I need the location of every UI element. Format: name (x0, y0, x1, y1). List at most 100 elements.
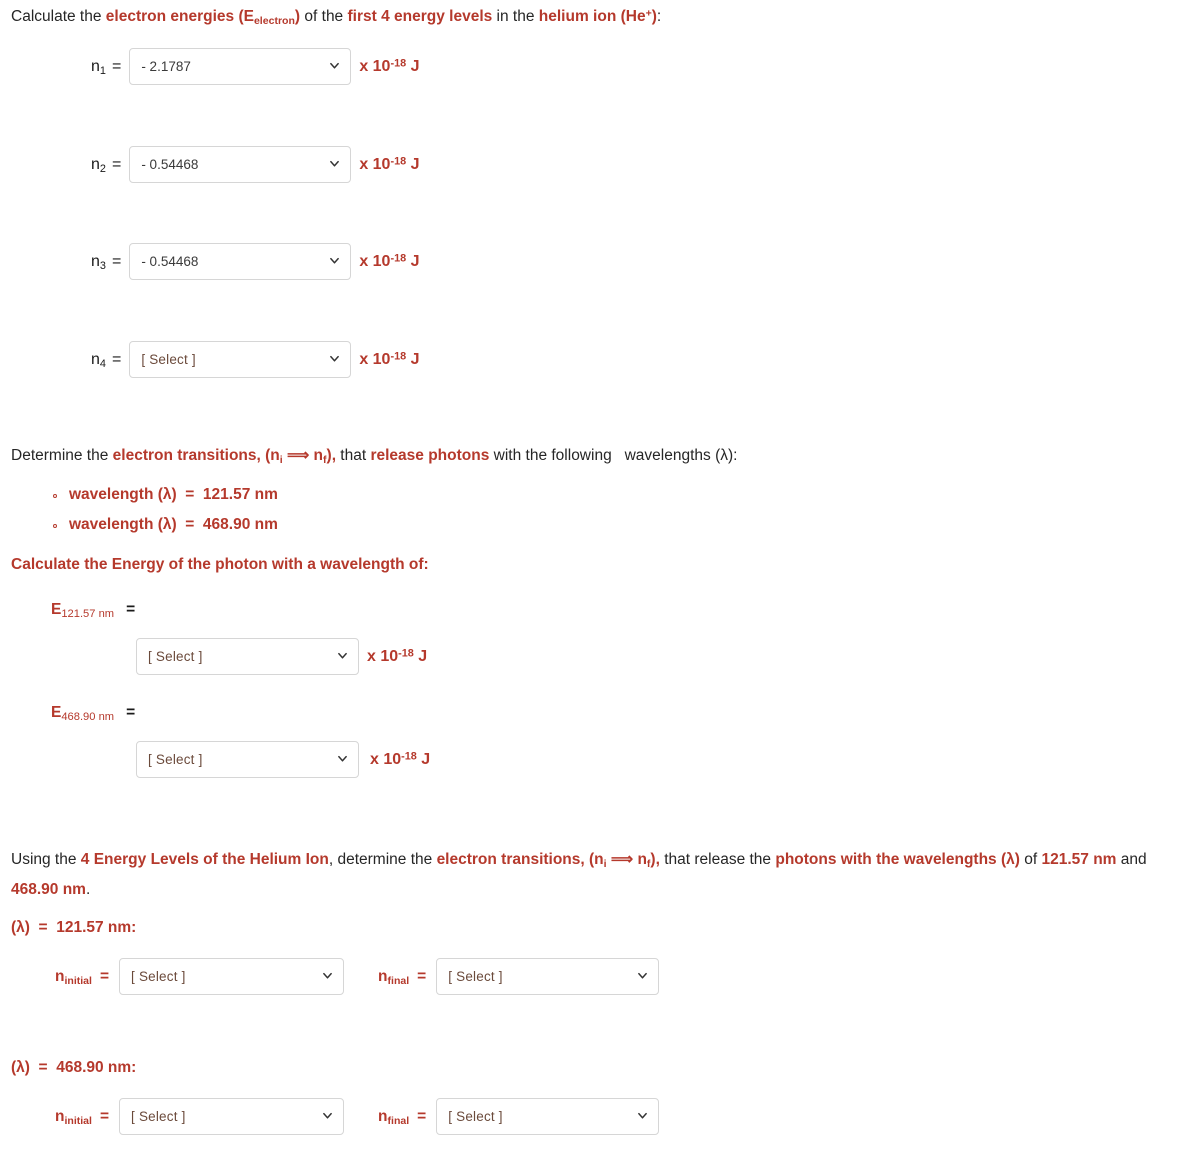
n4-select[interactable]: [ Select ] (129, 341, 352, 378)
list-item: wavelength (λ) = 468.90 nm (49, 510, 278, 540)
n4-equals: = (111, 350, 122, 368)
n2-select-value: - 0.54468 (141, 157, 199, 172)
n-final-121-sub: final (387, 974, 410, 987)
e-121-select[interactable]: [ Select ] (136, 638, 359, 675)
n4-label: n4 = (91, 351, 121, 369)
n4-units-x: x 10 (359, 350, 391, 368)
e-121-equals: = (126, 601, 136, 618)
n-final-select-468[interactable]: [ Select ] (436, 1098, 660, 1135)
using-bold-photons-wavelengths: photons with the wavelengths (λ) (775, 851, 1020, 868)
n1-units-x: x 10 (359, 57, 391, 75)
e-121-units-x: x 10 (367, 647, 399, 665)
e-121-units: x 10-18 J (367, 647, 427, 666)
prompt-pre: Calculate the (11, 8, 106, 25)
page-title: Calculate the electron energies (Eelectr… (11, 8, 661, 26)
n-initial-468-sub: initial (64, 1114, 92, 1127)
using-p5: and (1116, 851, 1147, 868)
n-final-121-n: n (378, 967, 388, 985)
e-468-label: E468.90 nm = (51, 704, 135, 723)
n4-units: x 10-18 J (359, 350, 420, 369)
photon-energy-row-468: [ Select ] x 10-18 J (136, 741, 430, 778)
e-121-label-sub: 121.57 nm (61, 608, 115, 621)
prompt-mid: of the (300, 8, 348, 25)
n1-select[interactable]: - 2.1787 (129, 48, 352, 85)
n-final-select-121[interactable]: [ Select ] (436, 958, 660, 995)
n-initial-select-121-value: [ Select ] (131, 969, 186, 984)
n1-label-sub: 1 (99, 64, 106, 77)
n3-label: n3 = (91, 253, 121, 271)
determine-bold-transitions: electron transitions, (ni ⟹ nf), (112, 447, 336, 465)
prompt-bold3-text: helium ion (He (538, 8, 646, 25)
n-final-select-121-value: [ Select ] (448, 969, 503, 984)
using-bold-121: 121.57 nm (1041, 851, 1117, 868)
transition-heading-468: (λ) = 468.90 nm: (11, 1059, 137, 1076)
prompt-bold-electron-energies: electron energies (Eelectron) (105, 8, 300, 27)
using-paragraph: Using the 4 Energy Levels of the Helium … (11, 845, 1186, 905)
e-468-select-value: [ Select ] (148, 752, 203, 767)
chevron-down-icon (322, 1110, 333, 1121)
n3-select[interactable]: - 0.54468 (129, 243, 352, 280)
n3-units-j: J (406, 252, 420, 270)
n2-label-n: n (91, 155, 100, 173)
determine-pre: Determine the (11, 447, 113, 464)
n-final-468-sub: final (387, 1114, 410, 1127)
n2-units-j: J (406, 155, 420, 173)
n2-label-sub: 2 (99, 162, 106, 175)
prompt-bold1-text: electron energies (E (105, 8, 254, 25)
transition-arrow-icon: ⟹ (282, 447, 314, 464)
n3-equals: = (111, 252, 122, 270)
n4-label-sub: 4 (99, 357, 106, 370)
using-p4: of (1019, 851, 1042, 868)
determine-bold1: electron transitions, (n (112, 447, 280, 464)
n-final-label-121: nfinal = (378, 968, 426, 986)
n-final-468-n: n (378, 1107, 388, 1125)
chevron-down-icon (337, 753, 348, 764)
n4-select-value: [ Select ] (141, 352, 196, 367)
n-initial-label-468: ninitial = (55, 1108, 109, 1126)
n4-units-j: J (406, 350, 420, 368)
transition-arrow-icon: ⟹ (606, 851, 638, 868)
chevron-down-icon (329, 158, 340, 169)
prompt-end: : (656, 8, 662, 25)
n2-equals: = (111, 155, 122, 173)
n-final-468-equals: = (417, 1107, 427, 1125)
using-bold-4-levels: 4 Energy Levels of the Helium Ion (80, 851, 329, 868)
n1-units: x 10-18 J (359, 57, 419, 76)
chevron-down-icon (329, 255, 340, 266)
n1-label: n1 = (91, 58, 121, 76)
n3-units-x: x 10 (359, 252, 391, 270)
n-initial-select-468[interactable]: [ Select ] (119, 1098, 345, 1135)
photon-energy-row-121: [ Select ] x 10-18 J (136, 638, 427, 675)
e-121-select-value: [ Select ] (148, 649, 203, 664)
using-b2: electron transitions, (n (436, 851, 604, 868)
n2-select[interactable]: - 0.54468 (129, 146, 352, 183)
chevron-down-icon (322, 970, 333, 981)
using-p1: Using the (11, 851, 81, 868)
n-initial-select-121[interactable]: [ Select ] (119, 958, 345, 995)
question-page: Calculate the electron energies (Eelectr… (0, 0, 1200, 1151)
n3-units: x 10-18 J (359, 251, 420, 271)
determine-mid: that (336, 447, 371, 464)
using-bold-468: 468.90 nm (11, 881, 86, 898)
chevron-down-icon (337, 650, 348, 661)
n2-units: x 10-18 J (359, 155, 420, 174)
n1-equals: = (111, 57, 122, 75)
e-468-select[interactable]: [ Select ] (136, 741, 359, 778)
energy-level-row-n2: n2 = - 0.54468 x 10-18 J (91, 146, 420, 183)
wavelength-bullet-list: wavelength (λ) = 121.57 nm wavelength (λ… (49, 480, 278, 540)
prompt-bold1-sub: electron (253, 14, 295, 27)
n-initial-select-468-value: [ Select ] (131, 1109, 186, 1124)
e-468-units-exp: -18 (401, 749, 417, 762)
e-121-label: E121.57 nm = (51, 601, 136, 621)
n-initial-468-equals: = (99, 1107, 110, 1125)
list-item: wavelength (λ) = 121.57 nm (49, 480, 278, 510)
energy-level-row-n3: n3 = - 0.54468 x 10-18 J (91, 243, 420, 280)
n-final-label-468: nfinal = (378, 1108, 426, 1126)
transition-row-468: n initial = [ Select ] nfinal = [ Select ] (55, 1098, 660, 1135)
using-p3: that release the (659, 851, 776, 868)
energy-level-row-n4: n4 = [ Select ] x 10-18 J (91, 341, 420, 378)
using-bold-transitions: electron transitions, (ni ⟹ nf), (436, 851, 660, 869)
n2-label: n2 = (91, 156, 121, 174)
n3-units-exp: -18 (390, 251, 407, 264)
n3-label-sub: 3 (99, 259, 106, 272)
